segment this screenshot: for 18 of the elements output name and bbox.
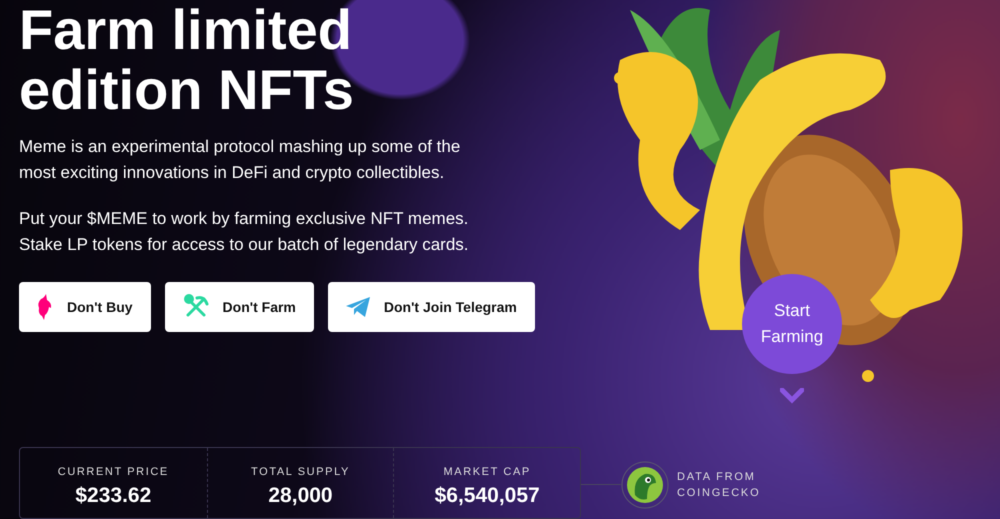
stat-label: CURRENT PRICE	[58, 466, 169, 478]
paper-plane-icon	[346, 297, 370, 317]
hero-paragraph: Meme is an experimental protocol mashing up some of the most exciting innovations in DeFi and crypto collectibles.	[19, 136, 462, 184]
hero-paragraph: Put your $MEME to work by farming exclusive NFT memes. Stake LP tokens for access to our batch of legendary cards.	[19, 208, 470, 256]
link-button[interactable]: Don't Buy	[19, 282, 151, 332]
stat-value: $233.62	[75, 484, 152, 508]
chevron-down-icon	[780, 388, 804, 404]
link-button[interactable]: Don't Farm	[164, 282, 314, 332]
hero-title: Farm limited edition NFTs	[19, 0, 355, 120]
data-source-label: DATA FROM COINGECKO	[677, 470, 762, 501]
unicorn-icon	[37, 294, 53, 320]
stat-label: MARKET CAP	[444, 466, 531, 478]
stat-value: $6,540,057	[434, 484, 540, 508]
gecko-logo-icon	[621, 461, 669, 509]
stat-label: TOTAL SUPPLY	[251, 466, 350, 478]
start-farming-button[interactable]: Start Farming	[742, 274, 842, 374]
link-button[interactable]: Don't Join Telegram	[328, 282, 535, 332]
stat-value: 28,000	[268, 484, 333, 508]
